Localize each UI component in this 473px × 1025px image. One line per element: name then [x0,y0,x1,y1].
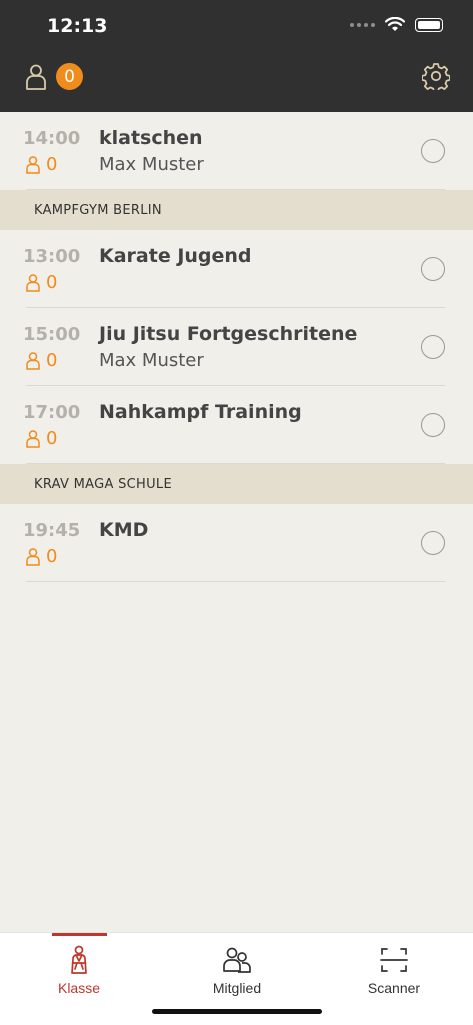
participant-count: 0 [26,154,57,175]
person-icon [26,429,40,448]
tab-mitglied[interactable]: Mitglied [158,933,316,1003]
members-icon [223,947,251,973]
tab-klasse[interactable]: Klasse [0,933,158,1003]
select-circle[interactable] [421,139,445,163]
list-item[interactable]: 15:00 0 Jiu Jitsu Fortgeschritene Max Mu… [0,308,473,386]
class-title: KMD [99,519,149,541]
count-badge[interactable]: 0 [56,63,83,90]
class-trainer: Max Muster [99,154,204,175]
status-time: 12:13 [47,15,108,37]
scanner-icon [380,948,408,972]
settings-gear-icon[interactable] [422,62,450,90]
select-circle[interactable] [421,531,445,555]
tab-label: Klasse [57,980,101,996]
class-trainer: Max Muster [99,350,204,371]
user-icon[interactable] [25,64,47,90]
wifi-icon [385,17,405,31]
person-icon [26,155,40,174]
class-list: 14:00 0 klatschen Max Muster KAMPFGYM BE… [0,112,473,582]
battery-icon [415,17,443,32]
karate-uniform-icon [71,945,87,974]
list-item[interactable]: 19:45 0 KMD [0,504,473,582]
participant-count: 0 [26,350,57,371]
top-header: 12:13 0 [0,0,473,112]
participant-count: 0 [26,272,57,293]
select-circle[interactable] [421,257,445,281]
list-item[interactable]: 17:00 0 Nahkampf Training [0,386,473,464]
status-icons [350,17,443,32]
participant-count: 0 [26,428,57,449]
section-header: KAMPFGYM BERLIN [0,190,473,230]
class-time: 15:00 [23,324,81,345]
class-time: 13:00 [23,246,81,267]
cellular-icon [350,22,375,27]
class-title: klatschen [99,127,203,149]
class-time: 19:45 [23,520,81,541]
class-title: Nahkampf Training [99,401,302,423]
class-time: 17:00 [23,402,81,423]
select-circle[interactable] [421,335,445,359]
tab-scanner[interactable]: Scanner [315,933,473,1003]
select-circle[interactable] [421,413,445,437]
class-time: 14:00 [23,128,81,149]
class-title: Karate Jugend [99,245,252,267]
tab-label: Scanner [367,980,421,996]
person-icon [26,547,40,566]
person-icon [26,351,40,370]
person-icon [26,273,40,292]
list-item[interactable]: 14:00 0 klatschen Max Muster [0,112,473,190]
list-item[interactable]: 13:00 0 Karate Jugend [0,230,473,308]
section-header: KRAV MAGA SCHULE [0,464,473,504]
tab-label: Mitglied [212,980,262,996]
participant-count: 0 [26,546,57,567]
home-indicator [152,1009,322,1014]
class-title: Jiu Jitsu Fortgeschritene [99,323,358,345]
